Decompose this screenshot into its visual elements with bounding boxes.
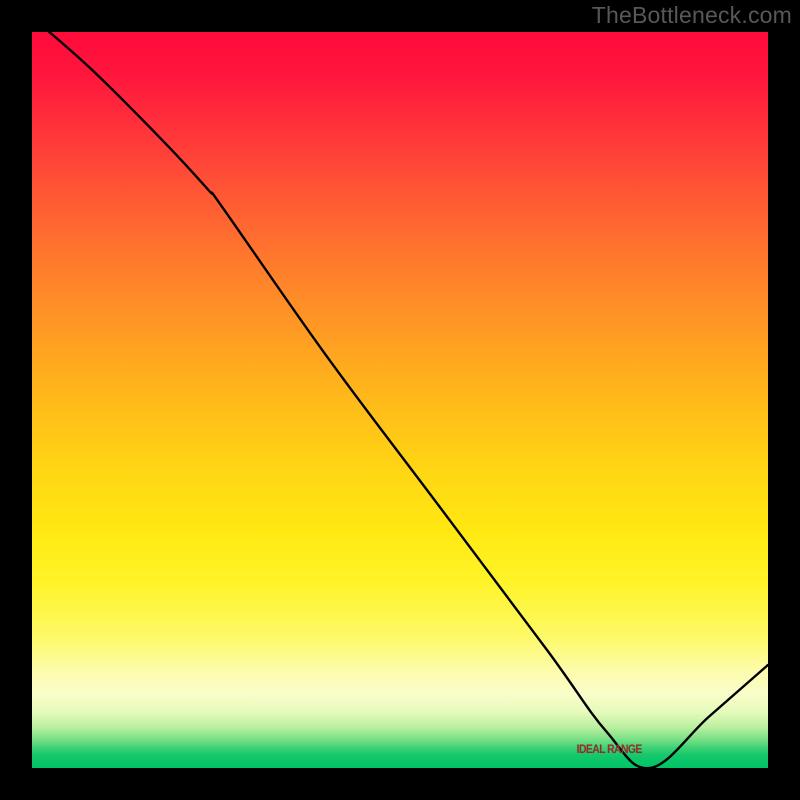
chart-stage: TheBottleneck.com IDEAL RANGE (0, 0, 800, 800)
bottleneck-curve (32, 32, 768, 768)
bottleneck-curve-svg (32, 32, 768, 768)
ideal-range-annotation: IDEAL RANGE (577, 744, 642, 756)
attribution-label: TheBottleneck.com (592, 2, 792, 29)
plot-area: IDEAL RANGE (32, 32, 768, 768)
